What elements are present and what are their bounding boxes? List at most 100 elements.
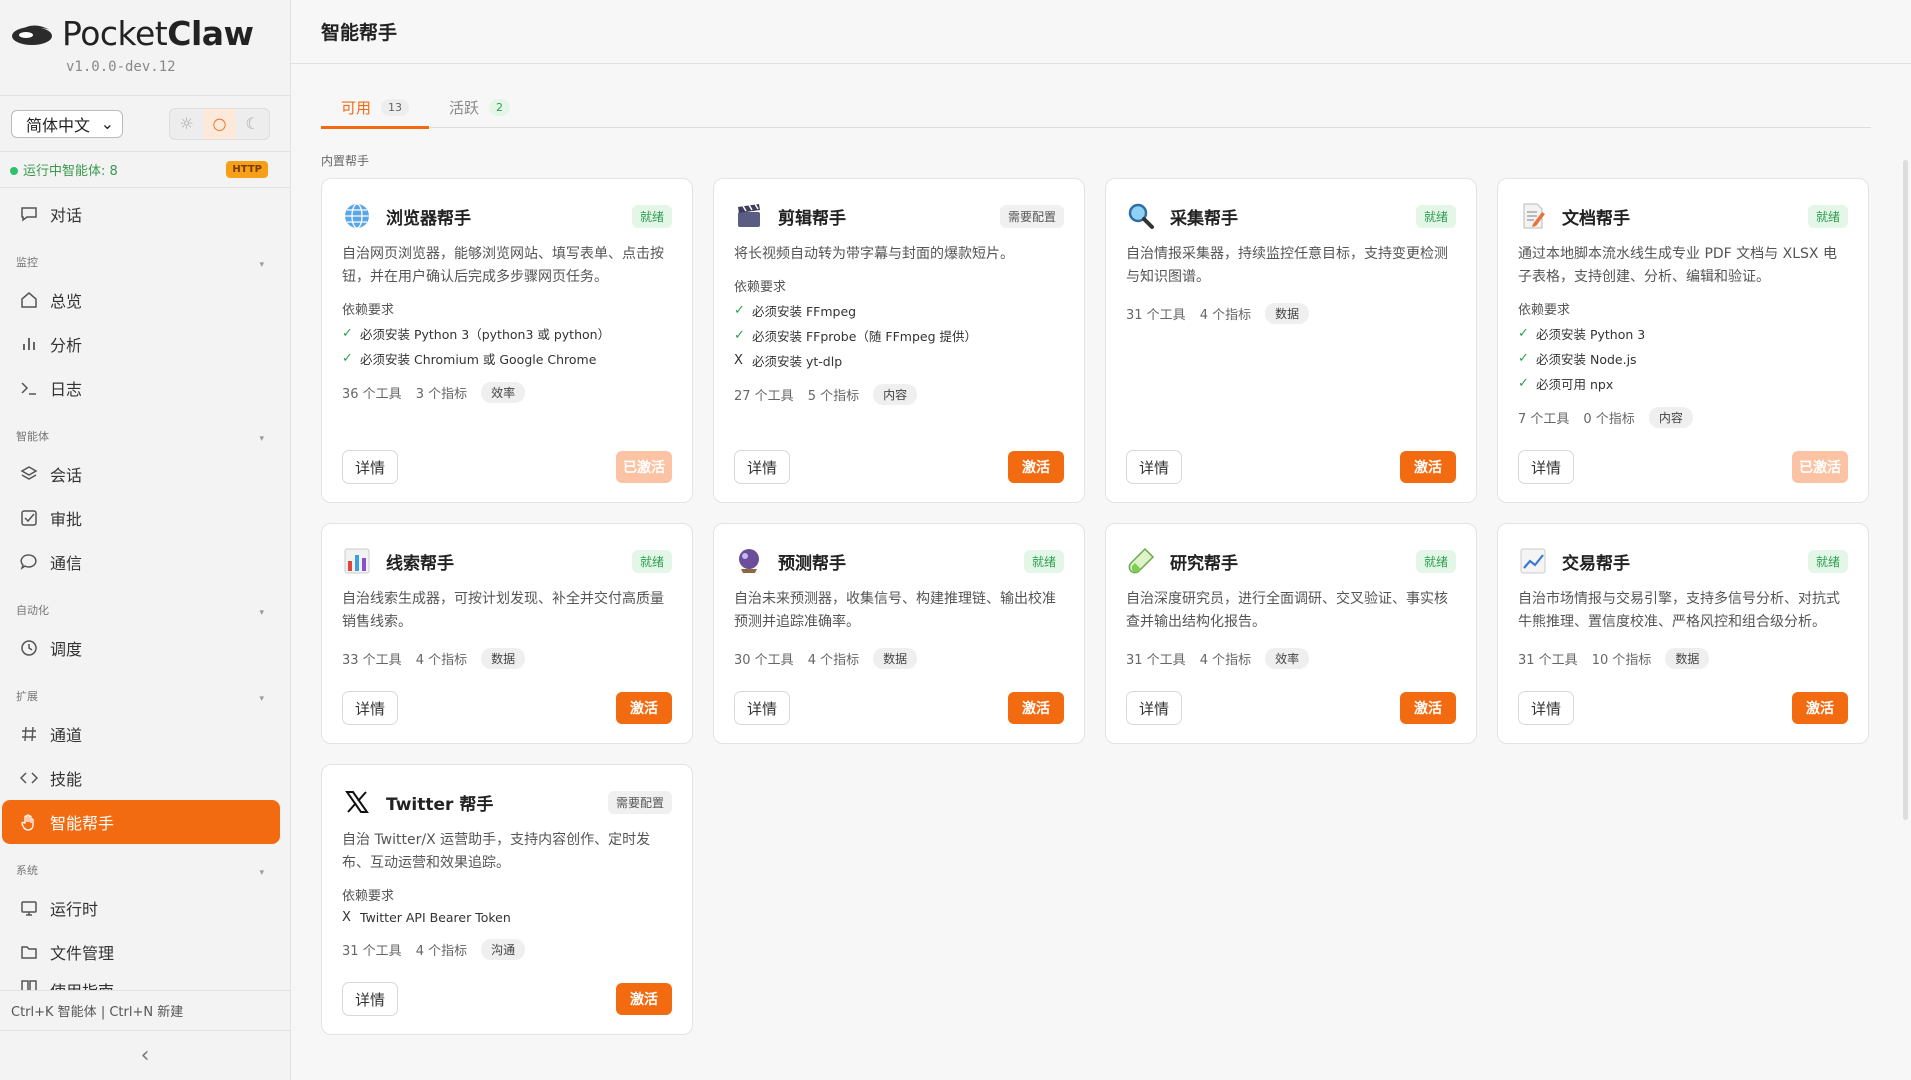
activate-button[interactable]: 激活 — [1400, 451, 1456, 483]
detail-button[interactable]: 详情 — [1126, 450, 1182, 484]
activated-button[interactable]: 已激活 — [616, 451, 672, 483]
tab-count: 13 — [381, 98, 410, 116]
brand: PocketClaw v1.0.0-dev.12 — [0, 0, 290, 96]
card-description: 自治市场情报与交易引擎，支持多信号分析、对抗式牛熊推理、置信度校准、严格风控和组… — [1518, 591, 1840, 630]
section-extensions[interactable]: 扩展 ▾ — [0, 670, 290, 712]
moon-icon[interactable]: ☾ — [236, 109, 269, 139]
card-actions: 详情 已激活 — [342, 428, 672, 484]
detail-button[interactable]: 详情 — [342, 450, 398, 484]
nav-channels[interactable]: 通道 — [0, 712, 290, 756]
system-theme-icon[interactable]: ○ — [203, 108, 236, 139]
monitor-icon — [18, 899, 40, 917]
bar-chart-icon — [18, 335, 40, 353]
card-title: 预测帮手 — [734, 546, 846, 576]
tab-active[interactable]: 活跃 2 — [429, 86, 530, 128]
detail-button[interactable]: 详情 — [1126, 691, 1182, 725]
card-title: Twitter 帮手 — [342, 787, 493, 817]
card-meta: 31 个工具 4 个指标 数据 — [1126, 303, 1456, 324]
card-meta: 27 个工具 5 个指标 内容 — [734, 384, 1064, 405]
nav-runtime[interactable]: 运行时 — [0, 886, 290, 930]
hand-card: 线索帮手 就绪 自治线索生成器，可按计划发现、补全并交付高质量销售线索。 33 … — [321, 523, 693, 744]
collapse-sidebar-icon[interactable]: ‹ — [0, 1030, 290, 1080]
nav-chat[interactable]: 对话 — [0, 192, 290, 236]
detail-button[interactable]: 详情 — [1518, 450, 1574, 484]
card-actions: 详情 激活 — [734, 428, 1064, 484]
requirements-label: 依赖要求 — [342, 303, 395, 318]
activate-button[interactable]: 激活 — [1008, 451, 1064, 483]
scrollbar[interactable] — [1903, 160, 1908, 820]
card-meta: 7 个工具 0 个指标 内容 — [1518, 407, 1848, 428]
detail-button[interactable]: 详情 — [1518, 691, 1574, 725]
activate-button[interactable]: 激活 — [1400, 692, 1456, 724]
nav-overview[interactable]: 总览 — [0, 278, 290, 322]
nav-approvals[interactable]: 审批 — [0, 496, 290, 540]
detail-button[interactable]: 详情 — [734, 450, 790, 484]
language-select[interactable]: 简体中文 ⌄ — [11, 109, 123, 138]
nav-files[interactable]: 文件管理 — [0, 930, 290, 974]
tool-count: 30 个工具 — [734, 653, 794, 668]
globe-icon — [342, 201, 372, 231]
tool-count: 7 个工具 — [1518, 412, 1570, 427]
nav-scheduling[interactable]: 调度 — [0, 626, 290, 670]
category-tag: 数据 — [1265, 303, 1310, 324]
activate-button[interactable]: 激活 — [1792, 692, 1848, 724]
check-icon: ✓ — [342, 326, 353, 341]
requirement-item: ✓ 必须安装 FFmpeg — [734, 303, 857, 319]
nav-logs[interactable]: 日志 — [0, 366, 290, 410]
check-icon: ✓ — [1518, 376, 1529, 391]
activate-button[interactable]: 激活 — [616, 983, 672, 1015]
category-tag: 内容 — [873, 384, 918, 405]
card-header: 线索帮手 就绪 — [342, 546, 672, 576]
section-agents[interactable]: 智能体 ▾ — [0, 410, 290, 452]
tool-count: 31 个工具 — [342, 944, 402, 959]
status-badge: 就绪 — [1807, 549, 1848, 573]
category-tag: 内容 — [1648, 407, 1693, 428]
activate-button[interactable]: 激活 — [616, 692, 672, 724]
collapse-icon: ▾ — [259, 434, 264, 444]
nav-guide[interactable]: 使用指南 — [0, 974, 290, 990]
card-header: 采集帮手 就绪 — [1126, 201, 1456, 231]
activated-button[interactable]: 已激活 — [1792, 451, 1848, 483]
card-header: 文档帮手 就绪 — [1518, 201, 1848, 231]
card-title: 研究帮手 — [1126, 546, 1238, 576]
detail-button[interactable]: 详情 — [734, 691, 790, 725]
folder-icon — [18, 943, 40, 961]
hand-card: Twitter 帮手 需要配置 自治 Twitter/X 运营助手，支持内容创作… — [321, 764, 693, 1035]
card-description: 自治网页浏览器，能够浏览网站、填写表单、点击按钮，并在用户确认后完成多步骤网页任… — [342, 246, 664, 285]
nav-skills[interactable]: 技能 — [0, 756, 290, 800]
nav-comms[interactable]: 通信 — [0, 540, 290, 584]
requirement-item: ✓ 必须安装 Python 3 — [1518, 326, 1646, 342]
clock-icon — [18, 639, 40, 657]
activate-button[interactable]: 激活 — [1008, 692, 1064, 724]
sun-icon[interactable]: ☼ — [170, 109, 203, 139]
checkbox-icon — [18, 509, 40, 527]
test-tube-icon — [1126, 546, 1156, 576]
nav-analytics[interactable]: 分析 — [0, 322, 290, 366]
nav-hands[interactable]: 智能帮手 — [2, 800, 280, 844]
card-meta: 30 个工具 4 个指标 数据 — [734, 648, 1064, 669]
tab-available[interactable]: 可用 13 — [321, 86, 430, 129]
chat-icon — [18, 205, 40, 223]
tool-count: 31 个工具 — [1518, 653, 1578, 668]
status-dot — [10, 167, 18, 175]
main-area: 智能帮手 可用 13 活跃 2 内置帮手 浏览器帮手 就绪 自治网页浏览器，能够… — [291, 0, 1911, 1080]
category-tag: 数据 — [1665, 648, 1710, 669]
tab-count: 2 — [489, 98, 511, 116]
detail-button[interactable]: 详情 — [342, 691, 398, 725]
card-meta: 36 个工具 3 个指标 效率 — [342, 382, 672, 403]
section-system[interactable]: 系统 ▾ — [0, 844, 290, 886]
status-text: 运行中智能体: 8 — [10, 160, 118, 179]
section-automation[interactable]: 自动化 ▾ — [0, 584, 290, 626]
section-monitor[interactable]: 监控 ▾ — [0, 236, 290, 278]
card-title: 交易帮手 — [1518, 546, 1630, 576]
nav-sessions[interactable]: 会话 — [0, 452, 290, 496]
layers-icon — [18, 465, 40, 483]
category-tag: 沟通 — [481, 939, 526, 960]
card-meta: 31 个工具 4 个指标 沟通 — [342, 939, 672, 960]
language-value: 简体中文 — [26, 115, 91, 135]
card-header: 交易帮手 就绪 — [1518, 546, 1848, 576]
section-label: 内置帮手 — [321, 154, 370, 168]
detail-button[interactable]: 详情 — [342, 982, 398, 1016]
requirements-label: 依赖要求 — [734, 280, 787, 295]
settings-row: 简体中文 ⌄ ☼ ○ ☾ — [0, 96, 290, 152]
